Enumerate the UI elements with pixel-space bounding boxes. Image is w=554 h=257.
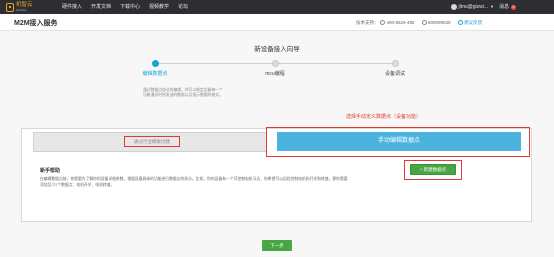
main-nav: 硬件接入 开发文档 下载中心 视频教学 论坛 [62, 3, 188, 11]
feedback-icon [457, 20, 463, 25]
help-title: 新手帮助 [40, 168, 61, 174]
user-menu[interactable]: jlmu@gizwi... ▼ [450, 3, 494, 11]
support-label: 技术支持： [356, 19, 379, 25]
nav-video[interactable]: 视频教学 [149, 3, 169, 11]
add-datapoint-button[interactable]: + 新建数据点 [410, 164, 456, 175]
nav-forum[interactable]: 论坛 [178, 3, 188, 11]
phone-icon [380, 20, 385, 25]
step-description: 通过数据点协议的编辑，你可以制定设备每一个功能通讯时所发送的数据以及指示数据的格… [143, 88, 223, 97]
nav-docs[interactable]: 开发文档 [91, 3, 111, 11]
phone-number: 400-6525-488 [386, 20, 415, 25]
step-label-3: 设备调试 [384, 71, 405, 77]
step-dot-1 [152, 60, 159, 67]
chevron-down-icon: ▼ [490, 4, 494, 9]
logo-icon [6, 2, 14, 12]
step-label-1: 编辑数据点 [142, 71, 168, 77]
annotation-text: 选择手动定义数据点（设备功能） [346, 114, 422, 120]
wizard-title: 新设备接入向导 [254, 46, 300, 53]
logo-subtext: GizWits [16, 8, 27, 12]
user-icon [450, 4, 457, 10]
title-bar: M2M接入服务 技术支持： 400-6525-488 800099639 建议反… [0, 14, 554, 31]
page-title: M2M接入服务 [14, 20, 58, 27]
nav-download[interactable]: 下载中心 [120, 3, 140, 11]
qq-icon [421, 20, 427, 25]
messages-link[interactable]: 消息 0 [499, 3, 516, 11]
step-dot-3 [392, 60, 399, 67]
step-dot-2 [272, 60, 279, 67]
support-phone: 技术支持： 400-6525-488 [356, 20, 415, 26]
messages-label: 消息 [498, 4, 509, 10]
feedback-label: 建议反馈 [464, 19, 483, 25]
feedback-link[interactable]: 建议反馈 [457, 19, 483, 26]
qq-number: 800099639 [428, 20, 451, 25]
tab-template-label[interactable]: 通过行业模板创建 [124, 136, 180, 147]
messages-badge: 0 [511, 4, 516, 10]
logo[interactable]: 机智云 GizWits [6, 2, 46, 12]
step-label-2: mcu编程 [265, 71, 285, 77]
support-qq: 800099639 [421, 20, 451, 25]
next-button[interactable]: 下一步 [262, 240, 292, 251]
help-text: 在编辑数据点前，你需要先了解你的设备详细参数，根据设备具体的功能进行数据点的拆分… [40, 177, 348, 187]
user-name: jlmu@gizwi... [458, 4, 489, 10]
tab-manual-edit[interactable]: 手动编辑数据点 [277, 132, 521, 151]
top-nav: 机智云 GizWits 硬件接入 开发文档 下载中心 视频教学 论坛 jlmu@… [0, 0, 554, 14]
support-info: 技术支持： 400-6525-488 800099639 建议反馈 [356, 20, 482, 26]
nav-hardware[interactable]: 硬件接入 [62, 3, 82, 11]
